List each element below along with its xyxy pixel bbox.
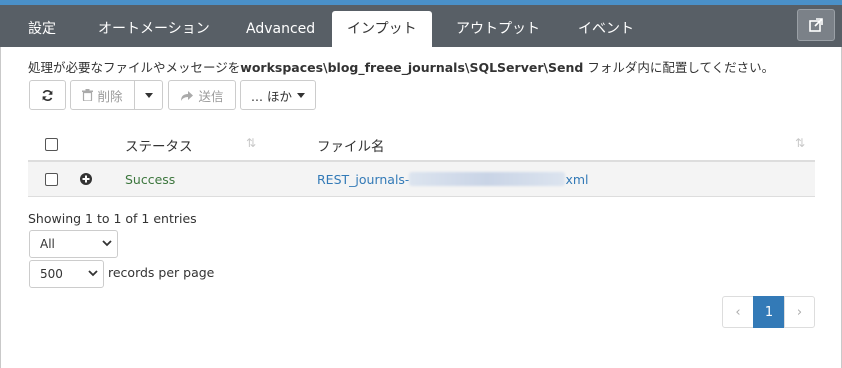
send-button[interactable]: 送信: [168, 80, 236, 110]
sort-icon[interactable]: ⇅: [795, 136, 805, 150]
tab-events[interactable]: イベント: [578, 11, 634, 47]
folder-path: workspaces\blog_freee_journals\SQLServer…: [240, 60, 584, 75]
sort-icon[interactable]: ⇅: [246, 136, 256, 150]
trash-icon: [82, 89, 94, 101]
page-length-value: 500: [40, 267, 63, 281]
column-status[interactable]: ステータス: [125, 135, 193, 155]
caret-down-icon: [144, 92, 153, 98]
caret-down-icon: [296, 92, 305, 98]
tab-output[interactable]: アウトプット: [456, 11, 540, 47]
chevron-down-icon: [102, 240, 112, 247]
row-checkbox[interactable]: [45, 173, 58, 186]
filter-select-value: All: [40, 237, 55, 251]
external-link-icon: [809, 18, 823, 32]
tab-automation[interactable]: オートメーション: [98, 11, 210, 47]
refresh-icon: [42, 89, 53, 101]
send-label: 送信: [198, 88, 224, 104]
filename-prefix: REST_journals-: [317, 172, 410, 187]
chevron-down-icon: [88, 270, 98, 277]
filename-suffix: xml: [565, 172, 589, 187]
description-suffix: フォルダ内に配置してください。: [583, 60, 775, 75]
more-actions-button[interactable]: ... ほか: [240, 80, 316, 110]
page-length-select[interactable]: 500: [29, 260, 104, 288]
records-per-page-label: records per page: [108, 265, 215, 280]
select-all-checkbox[interactable]: [45, 138, 58, 151]
delete-dropdown-toggle[interactable]: [134, 80, 163, 110]
delete-button[interactable]: 削除: [70, 80, 135, 110]
column-filename[interactable]: ファイル名: [317, 135, 385, 155]
table-row: Success REST_journals-xml: [28, 162, 815, 197]
filter-select[interactable]: All: [29, 230, 118, 258]
delete-label: 削除: [97, 88, 123, 104]
share-icon: [181, 90, 194, 101]
filename-link[interactable]: REST_journals-xml: [317, 172, 589, 187]
entries-info: Showing 1 to 1 of 1 entries: [28, 211, 197, 226]
pagination-next[interactable]: ›: [784, 296, 815, 328]
input-panel: 処理が必要なファイルやメッセージをworkspaces\blog_freee_j…: [0, 47, 842, 368]
pagination-prev[interactable]: ‹: [722, 296, 754, 328]
filename-redacted: [409, 172, 566, 186]
description-prefix: 処理が必要なファイルやメッセージを: [28, 60, 241, 75]
pagination-page-1[interactable]: 1: [753, 296, 785, 328]
plus-circle-icon[interactable]: [80, 173, 92, 185]
tab-bar: 設定 オートメーション Advanced インプット アウトプット イベント: [0, 5, 842, 47]
tab-input[interactable]: インプット: [332, 11, 432, 47]
open-external-button[interactable]: [797, 9, 835, 41]
status-text: Success: [125, 172, 176, 187]
refresh-button[interactable]: [29, 80, 66, 110]
more-actions-label: ... ほか: [251, 88, 292, 104]
tab-advanced[interactable]: Advanced: [246, 11, 315, 47]
table-header: ステータス ⇅ ファイル名 ⇅: [28, 127, 815, 162]
tab-settings[interactable]: 設定: [28, 11, 56, 47]
folder-description: 処理が必要なファイルやメッセージをworkspaces\blog_freee_j…: [28, 57, 774, 76]
